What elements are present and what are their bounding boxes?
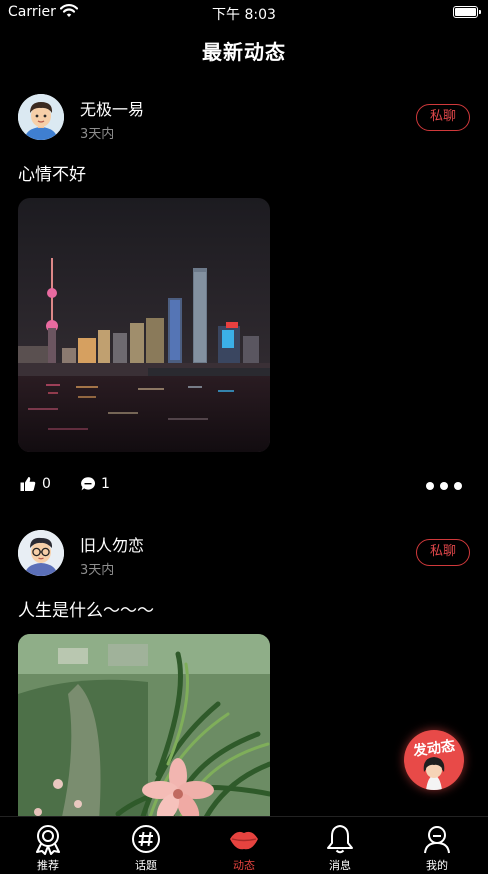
bell-icon	[327, 825, 353, 854]
feed-list[interactable]: 无极一易 3天内 私聊 心情不好 0 1 旧人勿恋 3天内 私聊 人生是什么～～…	[0, 80, 488, 816]
post-text: 人生是什么～～～	[18, 601, 154, 621]
garden-flower-image	[18, 634, 270, 816]
post-time: 3天内	[80, 563, 115, 578]
tab-recommend[interactable]: 推荐	[16, 817, 80, 874]
post-username[interactable]: 无极一易	[80, 96, 144, 120]
avatar[interactable]	[18, 94, 64, 140]
status-time: 下午 8:03	[212, 7, 276, 23]
girl-avatar-icon	[423, 757, 445, 790]
new-post-button[interactable]: 发动态	[404, 730, 464, 790]
tab-label: 消息	[329, 859, 351, 872]
tab-messages[interactable]: 消息	[308, 817, 372, 874]
post-username[interactable]: 旧人勿恋	[80, 532, 144, 556]
lips-icon	[230, 831, 258, 850]
tab-bar: 推荐 话题 动态 消息 我的	[0, 816, 488, 874]
hashtag-icon	[132, 825, 160, 853]
tab-mine[interactable]: 我的	[405, 817, 469, 874]
like-count: 0	[42, 476, 51, 492]
thumbs-up-icon	[20, 477, 36, 491]
tab-feed[interactable]: 动态	[212, 817, 276, 874]
status-bar: Carrier 下午 8:03	[0, 0, 488, 26]
tab-label: 话题	[135, 859, 157, 872]
avatar-boy-icon	[18, 94, 64, 140]
private-chat-button[interactable]: 私聊	[416, 539, 470, 566]
tab-topics[interactable]: 话题	[114, 817, 178, 874]
post-image[interactable]	[18, 634, 270, 816]
post-text: 心情不好	[18, 165, 86, 185]
post-image[interactable]	[18, 198, 270, 452]
comment-icon	[81, 477, 96, 491]
comment-count: 1	[101, 476, 110, 492]
more-dots-icon	[426, 482, 434, 490]
post-time: 3天内	[80, 127, 115, 142]
battery-icon	[453, 6, 481, 18]
page-title: 最新动态	[202, 40, 286, 64]
tab-label: 我的	[426, 859, 448, 872]
tab-label: 推荐	[37, 859, 59, 872]
tab-label: 动态	[233, 859, 255, 872]
person-icon	[424, 826, 450, 854]
more-options-button[interactable]	[426, 482, 462, 490]
avatar-glasses-icon	[18, 530, 64, 576]
city-skyline-image	[18, 198, 270, 452]
private-chat-button[interactable]: 私聊	[416, 104, 470, 131]
like-button[interactable]: 0	[20, 476, 51, 492]
avatar[interactable]	[18, 530, 64, 576]
comment-button[interactable]: 1	[80, 476, 110, 492]
badge-icon	[36, 825, 60, 855]
post-item[interactable]: 无极一易 3天内 私聊 心情不好 0 1	[0, 80, 488, 516]
